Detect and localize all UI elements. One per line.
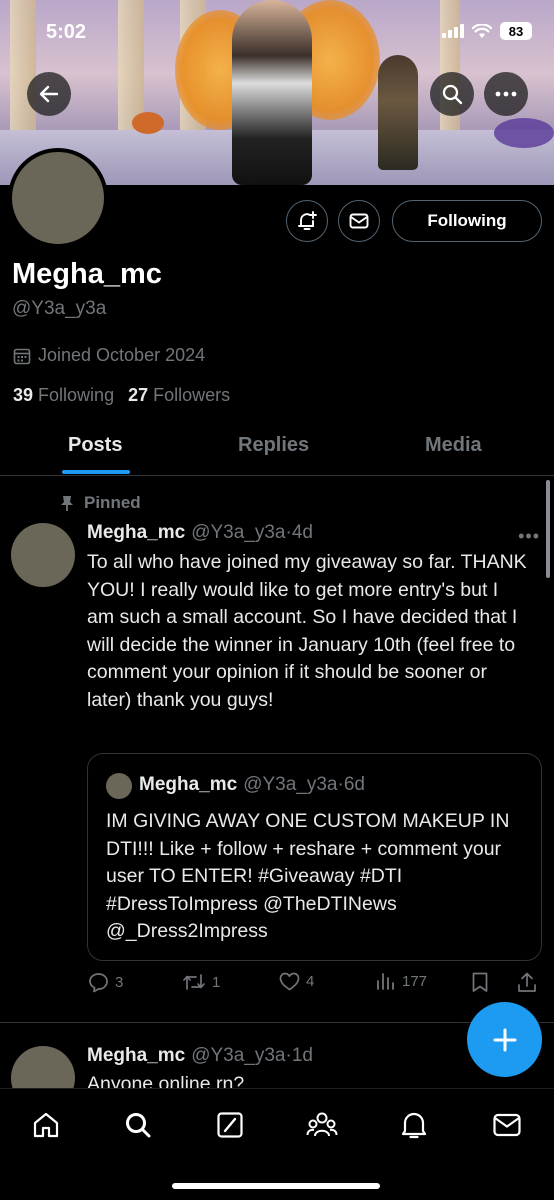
compose-button[interactable] (467, 1002, 542, 1077)
communities-icon (306, 1112, 338, 1137)
profile-handle: @Y3a_y3a (12, 298, 107, 319)
bookmark-icon (472, 972, 488, 992)
quoted-post[interactable]: Megha_mc @Y3a_y3a·6d IM GIVING AWAY ONE C… (87, 753, 542, 961)
followers-count: 27 (128, 385, 149, 405)
pin-icon (61, 495, 73, 511)
post-handle: @Y3a_y3a (191, 1045, 286, 1066)
search-button[interactable] (430, 72, 474, 116)
post-handle: @Y3a_y3a (191, 522, 286, 543)
followers-link[interactable]: 27 Followers (128, 385, 230, 406)
calendar-icon (13, 348, 31, 364)
repost-count: 1 (212, 973, 221, 991)
views-button[interactable]: 177 (376, 972, 427, 990)
display-name: Megha_mc (12, 258, 162, 290)
more-button[interactable] (484, 72, 528, 116)
signal-icon (442, 24, 464, 38)
following-link[interactable]: 39 Following (13, 385, 114, 406)
more-icon (495, 91, 517, 97)
status-time: 5:02 (46, 21, 87, 43)
following-count: 39 (13, 385, 34, 405)
like-icon (279, 972, 300, 991)
scrollbar[interactable] (546, 480, 550, 578)
compose-icon (493, 1028, 516, 1051)
nav-grok[interactable] (210, 1105, 250, 1145)
post-avatar[interactable] (11, 523, 75, 587)
nav-home[interactable] (26, 1105, 66, 1145)
home-icon (33, 1112, 59, 1138)
joined-date: Joined October 2024 (13, 345, 205, 366)
following-button[interactable]: Following (392, 200, 542, 242)
bookmark-button[interactable] (471, 972, 489, 993)
following-label: Following (38, 385, 115, 405)
post-header: Megha_mc @Y3a_y3a·1d (87, 1045, 313, 1066)
views-icon (377, 973, 394, 990)
profile-tabs: Posts Replies Media (0, 420, 554, 476)
back-button[interactable] (27, 72, 71, 116)
wifi-icon (472, 23, 492, 38)
quote-header: Megha_mc @Y3a_y3a·6d (139, 774, 365, 795)
nav-notifications[interactable] (394, 1105, 434, 1145)
quote-handle: @Y3a_y3a (243, 774, 338, 795)
reply-button[interactable]: 3 (88, 972, 123, 993)
pinned-label: Pinned (60, 493, 141, 513)
tab-posts[interactable]: Posts (68, 434, 122, 457)
message-button[interactable] (338, 200, 380, 242)
quote-avatar (106, 773, 132, 799)
search-icon (442, 84, 463, 105)
back-arrow-icon (39, 85, 59, 103)
grok-icon (217, 1112, 243, 1138)
tab-media[interactable]: Media (425, 434, 482, 457)
notifications-icon (401, 1112, 427, 1139)
notify-button[interactable] (286, 200, 328, 242)
home-indicator (172, 1183, 380, 1189)
post-age: 1d (291, 1045, 313, 1066)
reply-count: 3 (115, 974, 124, 991)
post-age: 4d (291, 522, 313, 543)
post-text: To all who have joined my giveaway so fa… (87, 551, 527, 711)
quote-text: IM GIVING AWAY ONE CUSTOM MAKEUP IN DTI!… (106, 810, 510, 943)
quote-author: Megha_mc (139, 774, 238, 795)
bottom-nav (0, 1088, 554, 1200)
status-bar: 5:02 83 (0, 0, 554, 64)
like-button[interactable]: 4 (279, 972, 314, 991)
profile-avatar[interactable] (8, 148, 108, 248)
post-more-button[interactable]: ••• (518, 526, 540, 547)
followers-label: Followers (153, 385, 231, 405)
pinned-text: Pinned (84, 493, 141, 512)
messages-icon (493, 1113, 521, 1137)
nav-messages[interactable] (487, 1105, 527, 1145)
tab-replies[interactable]: Replies (238, 434, 309, 457)
quote-age: 6d (343, 774, 365, 795)
reply-icon (89, 973, 108, 993)
views-count: 177 (402, 972, 428, 990)
repost-icon (183, 974, 205, 990)
post-author[interactable]: Megha_mc (87, 522, 185, 543)
nav-search[interactable] (118, 1105, 158, 1145)
follow-counts: 39 Following 27 Followers (13, 385, 230, 406)
battery-icon: 83 (500, 22, 532, 40)
share-button[interactable] (517, 972, 537, 993)
joined-text: Joined October 2024 (38, 345, 206, 365)
share-icon (518, 972, 536, 992)
nav-communities[interactable] (302, 1105, 342, 1145)
search-icon (126, 1113, 151, 1138)
notify-bell-icon (298, 211, 317, 230)
like-count: 4 (306, 973, 315, 990)
repost-button[interactable]: 1 (182, 972, 220, 992)
post-author[interactable]: Megha_mc (87, 1045, 185, 1066)
post-header: Megha_mc @Y3a_y3a·4d (87, 522, 313, 543)
mail-icon (349, 213, 369, 229)
active-tab-indicator (62, 470, 130, 474)
